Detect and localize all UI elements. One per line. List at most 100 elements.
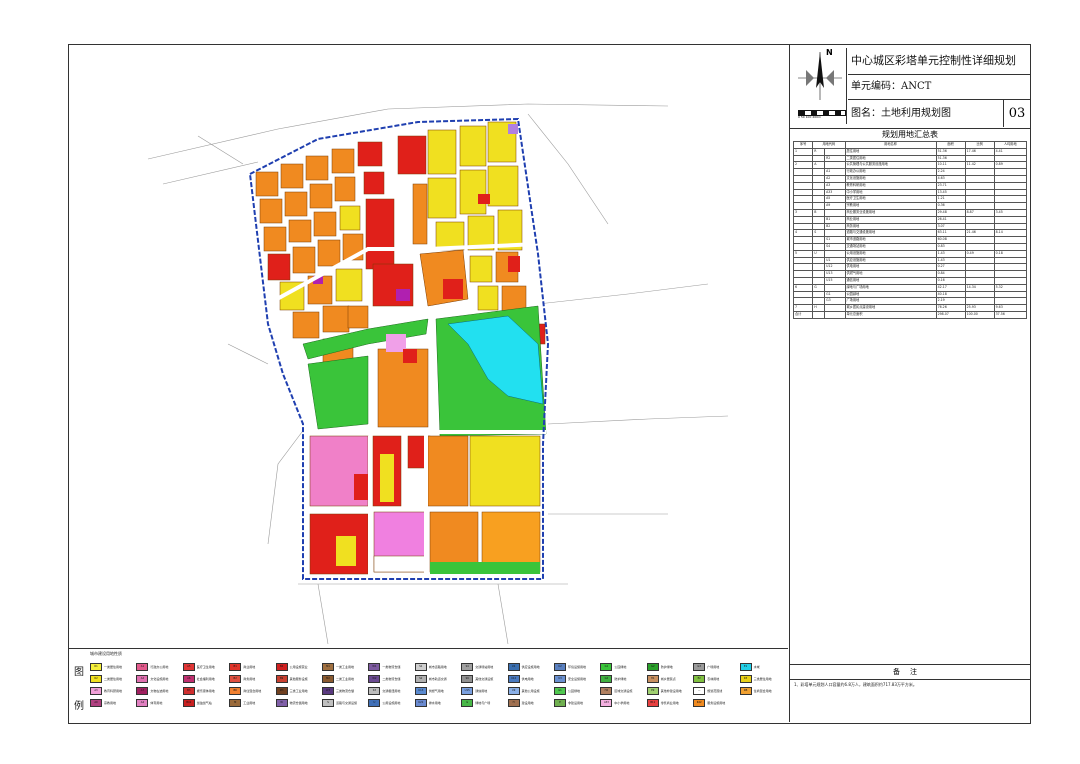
legend-swatch: G2 (600, 675, 613, 683)
summary-cell (792, 236, 814, 244)
summary-cell: 0.83 (935, 242, 966, 251)
summary-cell: 23.71 (935, 181, 966, 190)
legend-item: S4 交通场站用地 (461, 661, 507, 673)
summary-cell: 13.45 (935, 188, 966, 197)
summary-cell (964, 236, 995, 244)
summary-cell: 3 (792, 208, 814, 217)
legend-swatch: E9 (646, 687, 659, 695)
summary-cell (993, 195, 1028, 204)
summary-cell: 1.21 (935, 195, 966, 204)
legend-item: B2 商务用地 (229, 673, 275, 685)
summary-cell (812, 202, 826, 210)
summary-row: S1 城市道路用地 60.08 (792, 236, 1028, 244)
legend-label: 供应设施用地 (521, 665, 540, 669)
summary-cell (993, 290, 1028, 299)
summary-cell (964, 215, 995, 224)
col-ratio: 比例 (964, 141, 995, 149)
summary-cell: 商务用地 (844, 222, 937, 231)
summary-cell: 8.14 (993, 229, 1028, 238)
legend-swatch: U21 (414, 699, 427, 707)
summary-cell: A2 (824, 174, 846, 183)
legend-label: 零售商业用地 (660, 701, 679, 705)
legend-item: B9 其他服务设施 (275, 673, 322, 685)
summary-cell: U (812, 249, 826, 258)
legend-label: 二类工业用地 (336, 677, 355, 681)
legend-label: 一类物流仓储 (382, 665, 401, 669)
summary-cell (964, 202, 995, 210)
summary-cell (964, 222, 995, 231)
legend-item: M1 一类工业用地 (322, 661, 368, 673)
summary-cell: 11.42 (964, 161, 995, 170)
summary-cell (792, 290, 814, 299)
summary-row: 合计 单元总面积 298.07 100.00 37.56 (792, 310, 1028, 319)
summary-cell: 宗教用地 (844, 202, 937, 210)
legend-item: A3 教育科研用地 (90, 685, 136, 697)
summary-row: U1 供应设施用地 1.43 (792, 256, 1028, 265)
summary-cell (993, 174, 1028, 183)
summary-cell (993, 236, 1028, 244)
legend-swatch: G3 (693, 663, 706, 671)
legend-swatch: U9 (507, 687, 520, 695)
legend-swatch: S3 (368, 687, 381, 695)
legend-item: B3 娱乐康体用地 (182, 685, 229, 697)
legend-item: G3 广场用地 (693, 661, 739, 673)
legend-label: 三类居住用地 (753, 677, 772, 681)
legend-swatch: RB (739, 687, 752, 695)
legend-label: 供电用地 (521, 677, 534, 681)
summary-title: 规划用地汇总表 (882, 130, 938, 139)
legend-item: U1 供应设施用地 (507, 661, 554, 673)
legend-grid: R1 一类居住用地 A1 行政办公用地 A5 医疗卫生用地 B1 商业用地 B4 公用设施营业 M1… (90, 661, 786, 721)
summary-cell (812, 270, 826, 278)
summary-cell: A3 (824, 181, 846, 190)
legend-item: RB 住商混合用地 (739, 685, 786, 697)
legend-label: 防护绿地 (614, 677, 627, 681)
summary-cell (993, 188, 1028, 197)
legend-item: A5 医疗卫生用地 (182, 661, 229, 673)
legend-label: 商住混合用地 (243, 689, 262, 693)
legend-item: A2 文化设施用地 (136, 673, 182, 685)
legend-swatch: R3 (739, 675, 752, 683)
summary-cell: A1 (824, 168, 846, 176)
legend-swatch: W (275, 699, 288, 707)
legend-swatch: — (693, 687, 706, 695)
legend-swatch: A2 (136, 675, 149, 683)
legend-label: 规划范围线 (707, 689, 723, 693)
summary-row: 2 A 公共管理与公共服务设施用地 10.11 11.42 0.89 (792, 161, 1028, 170)
summary-cell (964, 276, 995, 285)
legend-swatch: G (461, 699, 474, 707)
summary-cell: A5 (824, 195, 846, 204)
summary-cell (993, 222, 1028, 231)
legend-item: A9 宗教用地 (90, 697, 136, 709)
legend-label: 交通场站用地 (475, 665, 494, 669)
summary-cell: A33 (824, 188, 846, 197)
summary-cell: 4.63 (935, 174, 966, 183)
legend-item: S9 其他交通设施 (461, 673, 507, 685)
summary-cell (993, 202, 1028, 210)
legend-swatch: E2 (693, 675, 706, 683)
summary-cell: 1.43 (935, 256, 966, 265)
summary-cell: 51.36 (935, 154, 966, 163)
legend-label: 其他服务设施 (289, 677, 308, 681)
legend-swatch: A6 (182, 675, 195, 683)
legend-swatch: S4 (461, 663, 474, 671)
summary-cell: U1 (824, 256, 846, 265)
legend-label: 城乡居民点 (660, 677, 676, 681)
legend-label-top: 图 (74, 667, 84, 678)
legend-item: E 非建设用地 (554, 697, 600, 709)
summary-cell: 公用设施用地 (844, 249, 937, 258)
summary-cell (964, 154, 995, 163)
summary-cell: 76.26 (935, 304, 966, 312)
title-block: N 0 50 100 200m 中心城区彩塔单元控制性详细规划 单元编码：ANC… (790, 44, 1030, 129)
summary-cell: B2 (824, 222, 846, 231)
legend-label-bottom: 例 (74, 701, 84, 712)
summary-cell (824, 229, 846, 238)
legend-item: G1 公园绿地 (600, 661, 646, 673)
summary-cell: 1.43 (935, 249, 966, 258)
legend-label: 文化设施用地 (150, 677, 169, 681)
legend-label: 二类物流仓储 (382, 677, 401, 681)
land-use-map-svg (147, 103, 729, 645)
legend-swatch: U2 (554, 663, 566, 671)
legend-label: 工业用地 (243, 701, 256, 705)
legend-item: G2 防护绿地 (600, 673, 646, 685)
summary-row: 1 R 居住用地 51.36 17.46 4.41 (792, 147, 1028, 156)
